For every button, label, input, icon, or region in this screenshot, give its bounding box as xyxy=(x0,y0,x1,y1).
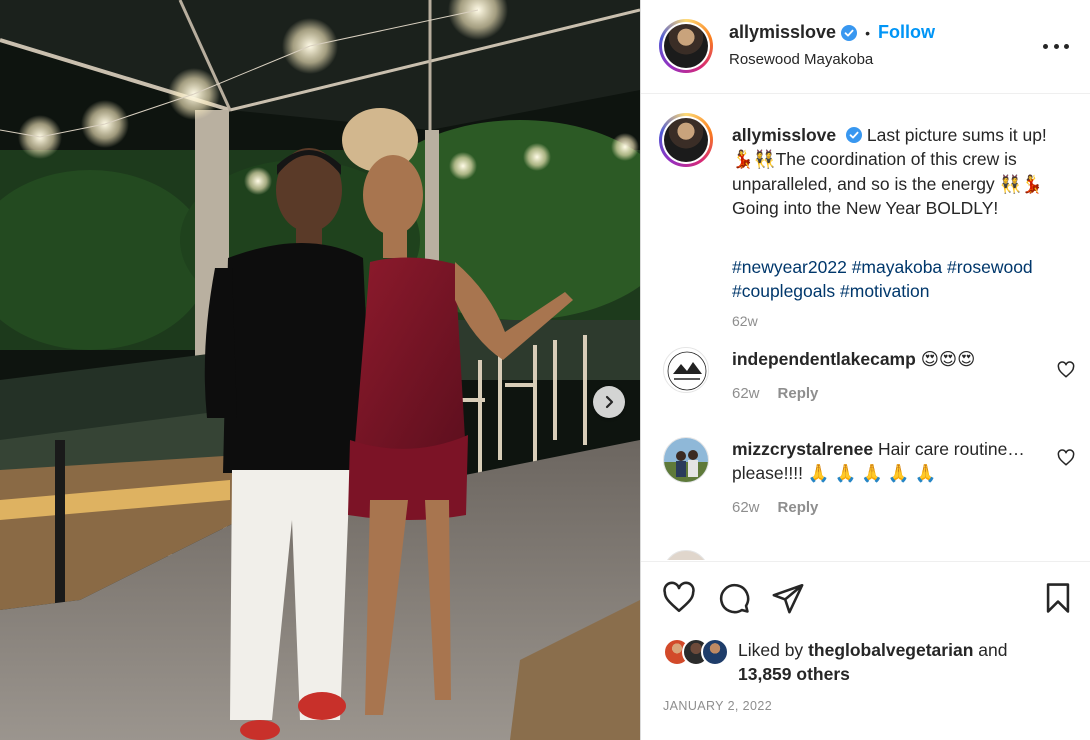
separator-dot: • xyxy=(865,24,870,41)
chevron-right-icon xyxy=(605,395,614,409)
heart-icon[interactable] xyxy=(1057,449,1075,467)
follow-button[interactable]: Follow xyxy=(878,22,935,43)
likes-summary: Liked by theglobalvegetarian and 13,859 … xyxy=(663,636,1083,686)
verified-badge-icon xyxy=(841,24,858,41)
author-avatar[interactable] xyxy=(659,19,713,73)
heart-icon[interactable] xyxy=(662,581,696,615)
more-icon xyxy=(1043,43,1048,49)
comment-body: independentlakecamp 😍😍😍 xyxy=(732,347,1042,371)
post-actions: Liked by theglobalvegetarian and 13,859 … xyxy=(641,561,1090,740)
liker-avatar[interactable] xyxy=(701,638,729,666)
author-name-row: allymisslove • Follow xyxy=(729,22,935,43)
comment-icon[interactable] xyxy=(717,581,751,615)
post-header: allymisslove • Follow Rosewood Mayakoba xyxy=(641,0,1090,94)
comment-body: mizzcrystalrenee Hair care routine… plea… xyxy=(732,437,1042,486)
heart-icon[interactable] xyxy=(1057,361,1075,379)
reply-button[interactable]: Reply xyxy=(778,499,819,516)
comment-meta: 62w Reply xyxy=(732,385,818,402)
caption-timestamp[interactable]: 62w xyxy=(732,313,758,329)
commenter-username[interactable]: independentlakecamp xyxy=(732,349,916,369)
commenter-avatar[interactable] xyxy=(663,550,709,560)
bookmark-icon[interactable] xyxy=(1041,581,1075,615)
likes-count[interactable]: 13,859 others xyxy=(738,664,850,684)
verified-badge-icon xyxy=(845,127,862,143)
post-date[interactable]: JANUARY 2, 2022 xyxy=(663,699,772,713)
hashtag-link[interactable]: #couplegoals xyxy=(732,281,835,301)
camp-logo xyxy=(664,348,708,392)
comment-time[interactable]: 62w xyxy=(732,499,760,516)
post-photo[interactable] xyxy=(0,0,640,740)
author-username[interactable]: allymisslove xyxy=(729,22,836,43)
hashtag-link[interactable]: #rosewood xyxy=(947,257,1033,277)
commenter-photo xyxy=(664,438,708,482)
commenter-username[interactable]: mizzcrystalrenee xyxy=(732,439,873,459)
hashtag-link[interactable]: #mayakoba xyxy=(852,257,942,277)
post-location[interactable]: Rosewood Mayakoba xyxy=(729,51,873,68)
hashtag-link[interactable]: #newyear2022 xyxy=(732,257,847,277)
likes-prefix: Liked by xyxy=(738,640,804,660)
reply-button[interactable]: Reply xyxy=(778,385,819,402)
comment-time[interactable]: 62w xyxy=(732,385,760,402)
comment-text: 😍😍😍 xyxy=(920,349,976,369)
commenter-avatar[interactable] xyxy=(663,347,709,393)
comment-meta: 62w Reply xyxy=(732,499,818,516)
hashtag-link[interactable]: #motivation xyxy=(840,281,930,301)
more-options-button[interactable] xyxy=(1043,36,1069,56)
likes-text: Liked by theglobalvegetarian and 13,859 … xyxy=(738,638,1007,687)
comments-scroll-area[interactable]: allymisslove Last picture sums it up! 💃👯… xyxy=(641,95,1090,560)
commenter-avatar[interactable] xyxy=(663,437,709,483)
liker-username[interactable]: theglobalvegetarian xyxy=(808,640,973,660)
share-icon[interactable] xyxy=(771,581,805,615)
likes-and: and xyxy=(978,640,1008,660)
photo-scene xyxy=(0,0,640,740)
post-side-panel: allymisslove • Follow Rosewood Mayakoba … xyxy=(640,0,1090,740)
caption-hashtags: #newyear2022 #mayakoba #rosewood #couple… xyxy=(732,255,1072,304)
caption-avatar[interactable] xyxy=(659,113,713,167)
caption-text: allymisslove Last picture sums it up! 💃👯… xyxy=(732,123,1062,221)
caption-username[interactable]: allymisslove xyxy=(732,125,836,145)
next-photo-button[interactable] xyxy=(593,386,625,418)
